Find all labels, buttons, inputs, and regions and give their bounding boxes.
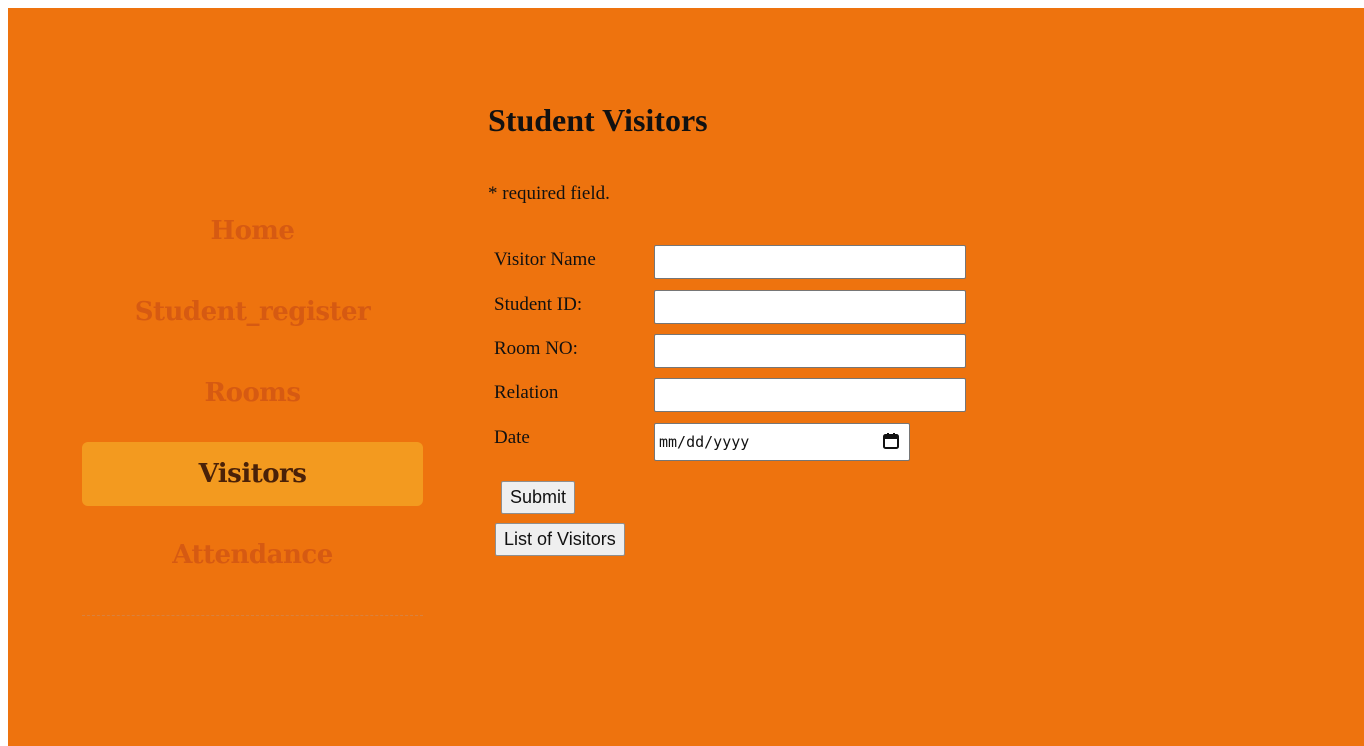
nav-item-home[interactable]: Home [82,199,423,263]
date-label: Date [494,427,530,448]
nav-item-visitors[interactable]: Visitors [82,442,423,506]
date-input[interactable]: mm/dd/yyyy [654,423,910,461]
nav-divider [82,615,423,616]
nav-item-student-register[interactable]: Student_register [82,280,423,344]
required-note: * required field. [488,183,610,204]
date-placeholder: mm/dd/yyyy [659,433,750,451]
page-background: Home Student_register Rooms Visitors Att… [8,8,1364,746]
student-id-row: Student ID: [494,290,994,324]
nav-item-rooms[interactable]: Rooms [82,361,423,425]
sidebar-nav: Home Student_register Rooms Visitors Att… [82,199,423,604]
room-no-input[interactable] [654,334,966,368]
student-id-label: Student ID: [494,294,583,315]
visitor-name-label: Visitor Name [494,249,596,270]
nav-item-attendance[interactable]: Attendance [82,523,423,587]
page-title: Student Visitors [488,102,708,138]
visitor-name-input[interactable] [654,245,966,279]
visitor-name-row: Visitor Name [494,245,994,279]
relation-row: Relation [494,378,994,412]
room-no-label: Room NO: [494,338,578,359]
list-of-visitors-button[interactable]: List of Visitors [495,523,625,556]
relation-input[interactable] [654,378,966,412]
date-row: Date mm/dd/yyyy [494,423,994,461]
main-content: Student Visitors * required field. Visit… [488,98,966,556]
submit-button[interactable]: Submit [501,481,576,514]
calendar-icon[interactable] [882,432,900,450]
relation-label: Relation [494,382,559,403]
room-no-row: Room NO: [494,334,994,368]
student-id-input[interactable] [654,290,966,324]
